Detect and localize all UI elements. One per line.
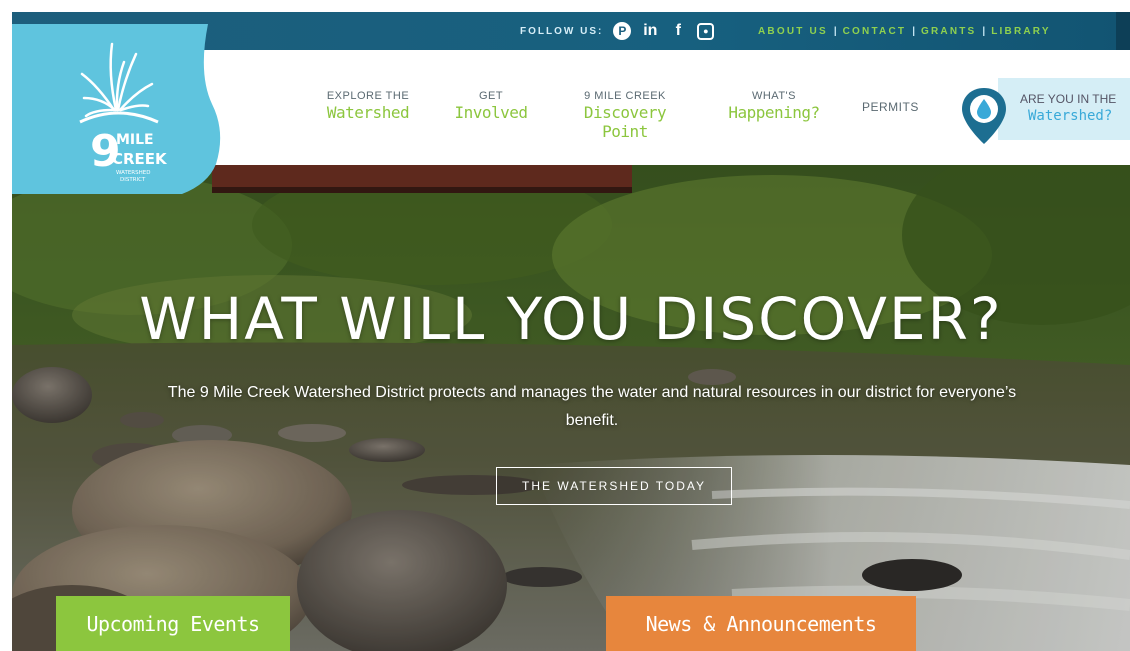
watershed-today-button[interactable]: THE WATERSHED TODAY bbox=[496, 467, 732, 505]
watershed-big: Watershed? bbox=[1028, 108, 1113, 124]
are-you-in-watershed-button[interactable]: ARE YOU IN THE Watershed? bbox=[998, 78, 1130, 140]
logo-mile: MILE bbox=[116, 132, 154, 148]
separator: | bbox=[833, 25, 837, 37]
library-link[interactable]: LIBRARY bbox=[991, 26, 1050, 37]
facebook-icon[interactable]: f bbox=[669, 22, 687, 40]
pinterest-icon[interactable]: P bbox=[613, 22, 632, 40]
nav-whats-big: Happening? bbox=[728, 103, 820, 122]
instagram-icon[interactable]: ● bbox=[697, 22, 715, 40]
nav-explore-small: EXPLORE THE bbox=[326, 90, 410, 102]
nav-permits[interactable]: PERMITS bbox=[862, 100, 919, 114]
hero-subtitle: The 9 Mile Creek Watershed District prot… bbox=[167, 384, 1017, 429]
nav-whats-small: WHAT'S bbox=[751, 90, 796, 102]
grants-link[interactable]: GRANTS bbox=[921, 26, 976, 37]
about-us-link[interactable]: ABOUT US bbox=[758, 26, 828, 37]
hero-title: WHAT WILL YOU DISCOVER? bbox=[139, 285, 1003, 353]
separator: | bbox=[912, 25, 915, 37]
logo-creek: CREEK bbox=[112, 150, 168, 168]
page: FOLLOW US: P in f ● ABOUT US | CONTACT |… bbox=[12, 12, 1130, 651]
logo-district: DISTRICT bbox=[120, 177, 146, 183]
nav-discovery-big: Discovery Point bbox=[583, 103, 667, 141]
follow-us: FOLLOW US: P in f ● bbox=[520, 12, 715, 50]
follow-us-label: FOLLOW US: bbox=[520, 25, 604, 37]
map-pin-icon[interactable] bbox=[960, 86, 1008, 146]
hero-banner: WHAT WILL YOU DISCOVER? The 9 Mile Creek… bbox=[12, 165, 1130, 651]
logo-watershed: WATERSHED bbox=[116, 170, 150, 176]
top-links: ABOUT US | CONTACT | GRANTS | LIBRARY bbox=[758, 12, 1051, 50]
contact-link[interactable]: CONTACT bbox=[843, 26, 907, 37]
nine-mile-creek-logo[interactable]: 9 MILE CREEK WATERSHED DISTRICT bbox=[12, 24, 226, 194]
search-icon[interactable] bbox=[1116, 12, 1130, 50]
nav-explore-big: Watershed bbox=[326, 103, 410, 122]
watershed-small: ARE YOU IN THE bbox=[1020, 92, 1117, 106]
upcoming-events-tab[interactable]: Upcoming Events bbox=[56, 596, 290, 651]
nav-get-small: GET bbox=[478, 90, 504, 102]
nav-whats-happening[interactable]: WHAT'S Happening? bbox=[722, 90, 826, 122]
nav-discovery-small: 9 MILE CREEK bbox=[584, 90, 666, 102]
nav-explore-watershed[interactable]: EXPLORE THE Watershed bbox=[312, 90, 424, 122]
separator: | bbox=[982, 25, 986, 37]
nav-get-involved[interactable]: GET Involved bbox=[450, 90, 532, 122]
nav-get-big: Involved bbox=[454, 103, 528, 122]
linkedin-icon[interactable]: in bbox=[641, 22, 659, 40]
nav-discovery-point[interactable]: 9 MILE CREEK Discovery Point bbox=[558, 90, 692, 141]
news-announcements-tab[interactable]: News & Announcements bbox=[606, 596, 916, 651]
